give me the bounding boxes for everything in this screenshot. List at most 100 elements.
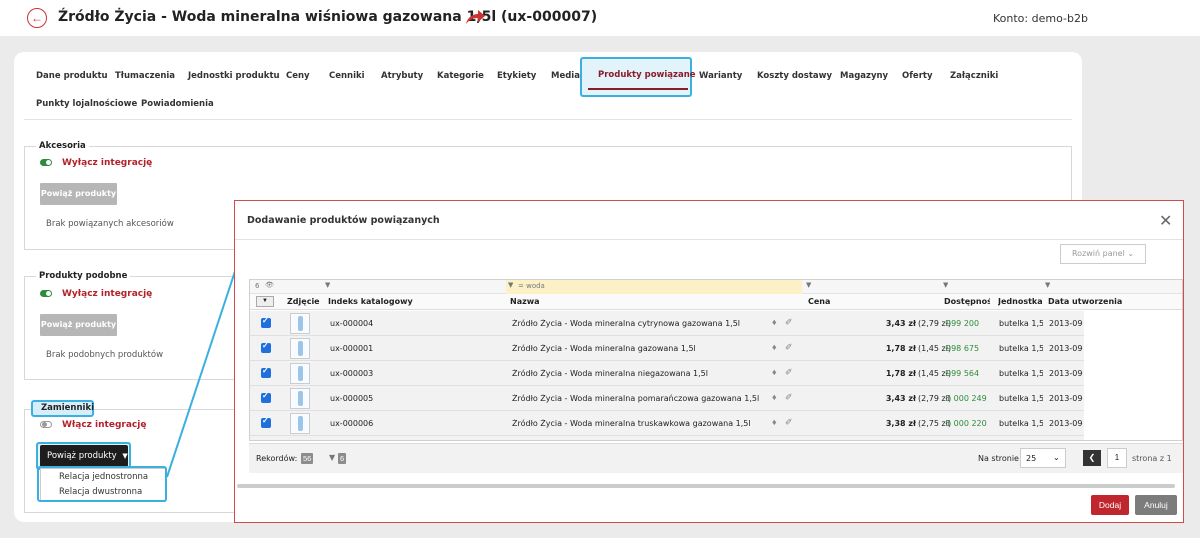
accessories-empty-text: Brak powiązanych akcesoriów (46, 219, 174, 229)
similar-products-legend: Produkty podobne (36, 271, 131, 281)
tab-shipping-costs[interactable]: Koszty dostawy (757, 71, 832, 81)
name-filter-box[interactable] (506, 280, 802, 294)
substitutes-link-label: Powiąż produkty (47, 451, 117, 461)
row-date: 2013-09- (1049, 369, 1083, 378)
modal-divider (235, 239, 1183, 240)
tab-media[interactable]: Media (551, 71, 580, 81)
grid-footer: Rekordów: 56 ▼ 6 Na stronie 25 ⌄ ❮ 1 str… (249, 443, 1183, 473)
row-date: 2013-09- (1049, 394, 1083, 403)
accessories-link-button[interactable]: Powiąż produkty (40, 183, 117, 205)
filter-icon: ▼ (329, 453, 336, 462)
row-unit: butelka 1,5l (999, 369, 1043, 378)
accessories-integration-toggle[interactable] (40, 159, 52, 166)
row-price: 3,38 zł (885, 419, 916, 428)
tab-categories[interactable]: Kategorie (437, 71, 484, 81)
substitutes-integration-label: Włącz integrację (62, 420, 147, 430)
accessories-legend: Akcesoria (36, 141, 89, 151)
similar-integration-toggle[interactable] (40, 290, 52, 297)
row-unit: butelka 1,5l (999, 319, 1043, 328)
tab-units[interactable]: Jednostki produktu (188, 71, 280, 81)
row-checkbox[interactable] (261, 316, 271, 328)
tag-icon: ♦ (772, 342, 777, 352)
pencil-icon: ✐ (785, 392, 793, 402)
close-icon[interactable]: ✕ (1159, 211, 1172, 231)
row-name[interactable]: Źródło Życia - Woda mineralna truskawkow… (512, 419, 762, 428)
column-header-unit[interactable]: Jednostka (998, 297, 1042, 306)
tab-loyalty-points[interactable]: Punkty lojalnościowe (36, 99, 137, 109)
add-button[interactable]: Dodaj (1091, 495, 1129, 515)
per-page-select[interactable]: 25 ⌄ (1020, 448, 1066, 468)
column-header-index[interactable]: Indeks katalogowy (328, 297, 413, 306)
accessories-integration-label: Wyłącz integrację (62, 158, 153, 168)
column-header-photo: Zdjęcie (287, 297, 320, 306)
row-checkbox[interactable] (261, 366, 271, 378)
row-name[interactable]: Źródło Życia - Woda mineralna cytrynowa … (512, 319, 762, 328)
tab-translations[interactable]: Tłumaczenia (115, 71, 175, 81)
tab-offers[interactable]: Oferty (902, 71, 933, 81)
row-unit: butelka 1,5l (999, 344, 1043, 353)
tab-pricelists[interactable]: Cenniki (329, 71, 365, 81)
substitutes-legend: Zamienniki (41, 403, 95, 413)
substitutes-link-button[interactable]: Powiąż produkty ▼ (40, 445, 128, 467)
tab-attributes[interactable]: Atrybuty (381, 71, 423, 81)
expand-panel-button[interactable]: Rozwiń panel ⌄ (1060, 244, 1146, 264)
row-price: 1,78 zł (885, 344, 916, 353)
expand-panel-label: Rozwiń panel (1071, 249, 1125, 258)
column-header-created[interactable]: Data utworzenia (1048, 297, 1122, 306)
chevron-down-icon: ⌄ (1127, 249, 1135, 258)
filter-icon[interactable]: ▼ (806, 281, 811, 289)
tab-prices[interactable]: Ceny (286, 71, 310, 81)
row-date: 2013-09- (1049, 344, 1083, 353)
row-unit: butelka 1,5l (999, 419, 1043, 428)
row-name[interactable]: Źródło Życia - Woda mineralna gazowana 1… (512, 344, 762, 353)
tab-product-data[interactable]: Dane produktu (36, 71, 108, 81)
share-arrow-icon[interactable] (464, 8, 486, 26)
row-name[interactable]: Źródło Życia - Woda mineralna pomarańczo… (512, 394, 762, 403)
table-row (250, 436, 1084, 440)
row-checkbox[interactable] (261, 416, 271, 428)
tab-warehouses[interactable]: Magazyny (840, 71, 888, 81)
tab-variants[interactable]: Warianty (699, 71, 742, 81)
tab-related-products[interactable]: Produkty powiązane (598, 70, 696, 80)
horizontal-scrollbar[interactable] (237, 484, 1175, 488)
row-date: 2013-09- (1049, 419, 1083, 428)
row-price: 1,78 zł (885, 369, 916, 378)
row-stock: 999 200 (946, 319, 980, 328)
related-products-modal: Dodawanie produktów powiązanych ✕ Rozwiń… (234, 200, 1184, 523)
row-checkbox[interactable] (261, 341, 271, 353)
tab-notifications[interactable]: Powiadomienia (141, 99, 214, 109)
row-index: ux-000003 (330, 369, 374, 378)
filter-icon[interactable]: ▼ (1045, 281, 1050, 289)
records-count: 56 (301, 453, 314, 464)
products-grid: 6 👁 ▼ ▼ = woda ▼ ▼ ▼ ▼ Zdjęcie Indeks ka… (249, 279, 1183, 441)
eye-icon[interactable]: 👁 (265, 281, 274, 289)
substitutes-integration-toggle[interactable] (40, 421, 52, 428)
similar-link-button[interactable]: Powiąż produkty (40, 314, 117, 336)
prev-page-button[interactable]: ❮ (1083, 450, 1101, 466)
tag-icon: ♦ (772, 417, 777, 427)
tab-labels[interactable]: Etykiety (497, 71, 536, 81)
product-thumbnail (290, 338, 310, 359)
column-header-availability[interactable]: Dostępność (944, 297, 990, 306)
column-header-name[interactable]: Nazwa (510, 297, 540, 306)
modal-title: Dodawanie produktów powiązanych (247, 215, 440, 226)
row-checkbox[interactable] (261, 391, 271, 403)
row-name[interactable]: Źródło Życia - Woda mineralna niegazowan… (512, 369, 762, 378)
chevron-down-icon: ▼ (122, 452, 128, 460)
column-count: 6 (255, 282, 260, 290)
column-header-price[interactable]: Cena (808, 297, 830, 306)
page-input[interactable]: 1 (1107, 448, 1127, 468)
per-page-value: 25 (1026, 454, 1037, 463)
back-arrow-icon[interactable]: ← (27, 8, 47, 28)
row-stock: 998 675 (946, 344, 980, 353)
name-filter-value: = woda (518, 282, 545, 290)
similar-empty-text: Brak podobnych produktów (46, 350, 164, 360)
cancel-button[interactable]: Anuluj (1135, 495, 1177, 515)
filter-icon[interactable]: ▼ (943, 281, 948, 289)
filter-icon[interactable]: ▼ (325, 281, 330, 289)
row-index: ux-000006 (330, 419, 374, 428)
filter-icon: ▼ (508, 281, 514, 289)
row-unit: butelka 1,5l (999, 394, 1043, 403)
tab-attachments[interactable]: Załączniki (950, 71, 998, 81)
select-all-checkbox[interactable]: ▼ (256, 296, 274, 307)
